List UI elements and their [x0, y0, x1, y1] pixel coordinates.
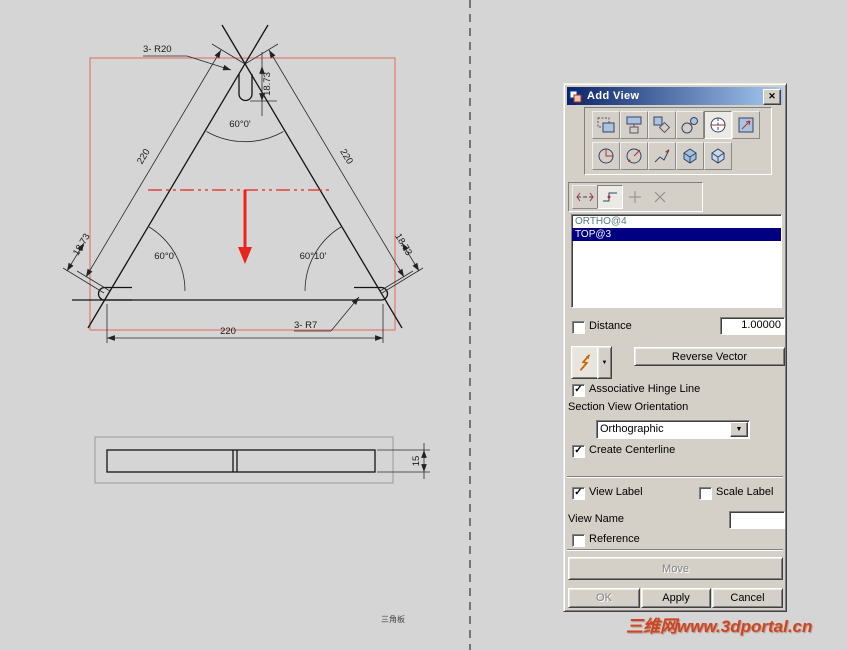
projected-view-button[interactable] [620, 111, 648, 139]
reverse-vector-button[interactable]: Reverse Vector [634, 347, 785, 366]
cancel-button[interactable]: Cancel [712, 588, 783, 608]
close-icon[interactable]: ✕ [763, 89, 781, 105]
create-centerline-label: Create Centerline [589, 444, 676, 456]
apply-button[interactable]: Apply [641, 588, 711, 608]
view-label-checkbox[interactable]: ✓ [572, 487, 585, 500]
move-button[interactable]: Move [568, 557, 783, 580]
revolved-section-button[interactable] [620, 142, 648, 170]
separator [567, 476, 783, 478]
side-view-geometry[interactable] [106, 449, 376, 473]
distance-input[interactable] [721, 318, 784, 332]
dim-side-bottom: 220 [220, 326, 236, 337]
section-view-button[interactable] [704, 111, 732, 139]
associative-hinge-checkbox[interactable]: ✓ [572, 384, 585, 397]
other-view-button[interactable] [732, 111, 760, 139]
view-name-input[interactable] [730, 512, 784, 526]
dim-side-left: 220 [135, 147, 153, 166]
oriented-section-button[interactable] [676, 142, 704, 170]
dim-angle-top: 60°0' [229, 119, 251, 130]
oriented-section-icon [683, 148, 697, 164]
associative-hinge-label: Associative Hinge Line [589, 383, 701, 395]
view-list[interactable]: ORTHO@4 TOP@3 [571, 214, 782, 308]
cut-line-style-icon [603, 192, 617, 202]
dim-radius-top: 3- R20 [143, 44, 172, 55]
section-view-icon [710, 117, 726, 133]
dialog-icon [569, 90, 582, 102]
view-name-field-frame [729, 511, 785, 529]
dialog-title: Add View [587, 90, 640, 102]
distance-label: Distance [589, 320, 632, 332]
reference-checkbox[interactable]: ✓ [572, 534, 585, 547]
auxiliary-view-button[interactable] [648, 111, 676, 139]
dim-slot-depth: 18.73 [262, 72, 273, 96]
add-view-dialog: Add View ✕ ORTHO@4 TOP@3 Distance 1.0000… [563, 83, 787, 612]
revolved-section-icon [626, 148, 642, 164]
cut-line-style-button[interactable] [597, 185, 623, 209]
chevron-down-icon: ▼ [735, 426, 743, 433]
other-view-icon [738, 117, 754, 133]
unfolded-section-icon [654, 149, 670, 163]
delete-segment-icon [654, 191, 666, 203]
dim-notch-left: 18.73 [71, 232, 93, 258]
orientation-value: Orthographic [600, 423, 664, 435]
watermark-text: 三维网www.3dportal.cn [626, 617, 813, 636]
side-view-boundary[interactable] [94, 436, 394, 484]
hinge-line-icon [576, 192, 594, 202]
view-name-label: View Name [568, 513, 625, 525]
detail-view-button[interactable] [676, 111, 704, 139]
dialog-titlebar[interactable]: Add View [567, 87, 783, 105]
scale-label-label: Scale Label [716, 486, 774, 498]
auxiliary-view-icon [653, 116, 671, 134]
detail-view-icon [681, 117, 698, 134]
vector-dropdown-button[interactable]: ▼ [597, 346, 612, 379]
projected-view-icon [626, 116, 642, 134]
combo-dropdown-button[interactable]: ▼ [730, 422, 748, 437]
add-segment-icon [629, 191, 641, 203]
create-centerline-checkbox[interactable]: ✓ [572, 445, 585, 458]
section-orientation-label: Section View Orientation [568, 401, 689, 413]
vector-icon [579, 353, 591, 371]
triangle-part-geometry[interactable] [72, 24, 403, 329]
half-section-button[interactable] [592, 142, 620, 170]
distance-checkbox[interactable]: ✓ [572, 321, 585, 334]
scale-label-checkbox[interactable]: ✓ [699, 487, 712, 500]
hinge-line-button[interactable] [572, 185, 598, 209]
dim-angle-bottom-right: 60°10' [300, 251, 327, 262]
dimension-lines [62, 43, 424, 343]
application-window: 3- R20 18.73 60°0' 220 220 18.73 60°0' 6… [0, 0, 847, 650]
delete-segment-button[interactable] [647, 185, 673, 209]
chevron-down-icon: ▼ [601, 359, 608, 366]
pictorial-section-button[interactable] [704, 142, 732, 170]
unfolded-section-button[interactable] [648, 142, 676, 170]
pictorial-section-icon [711, 148, 725, 164]
half-section-icon [598, 148, 614, 164]
separator [567, 549, 783, 551]
side-view-dimension-lines [377, 443, 430, 479]
reference-label: Reference [589, 533, 640, 545]
title-block-text: 三角板 [381, 614, 405, 624]
distance-field-frame [720, 317, 785, 335]
view-label-label: View Label [589, 486, 643, 498]
vector-constructor-button[interactable] [571, 346, 599, 379]
base-view-icon [597, 117, 615, 133]
list-item[interactable]: TOP@3 [572, 228, 781, 241]
dim-angle-bottom-left: 60°0' [154, 251, 176, 262]
section-direction-arrow[interactable] [238, 190, 252, 264]
dim-thickness: 15 [411, 456, 422, 467]
orientation-combobox[interactable]: Orthographic ▼ [596, 420, 750, 439]
ok-button[interactable]: OK [568, 588, 640, 608]
list-item[interactable]: ORTHO@4 [572, 215, 781, 228]
dim-notch-right: 18.73 [392, 232, 414, 258]
base-view-button[interactable] [592, 111, 620, 139]
dim-side-right: 220 [337, 147, 355, 166]
dim-radius-bottom: 3- R7 [294, 320, 317, 331]
add-segment-button[interactable] [622, 185, 648, 209]
